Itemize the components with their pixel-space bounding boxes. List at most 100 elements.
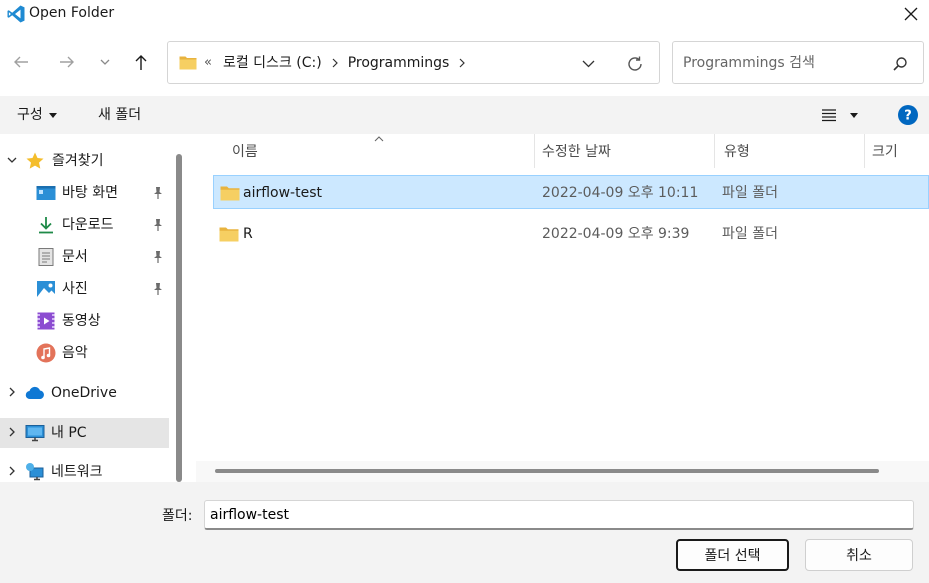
column-header-type[interactable]: 유형 [715, 134, 865, 168]
close-icon [904, 7, 918, 21]
cancel-button[interactable]: 취소 [805, 539, 913, 571]
refresh-button[interactable] [624, 53, 646, 75]
chevron-right-icon[interactable] [331, 58, 339, 68]
sidebar-item-label: OneDrive [51, 385, 117, 401]
document-icon [38, 248, 54, 266]
window-title: Open Folder [29, 5, 115, 21]
chevron-right-icon[interactable] [6, 465, 18, 477]
search-input[interactable] [683, 53, 883, 73]
navigation-pane: 즐겨찾기 바탕 화면 다운로드 문서 사진 동영상 음악 OneDrive 내 … [0, 134, 190, 482]
sidebar-item-label: 즐겨찾기 [52, 153, 104, 169]
scrollbar-thumb[interactable] [215, 469, 879, 473]
back-button[interactable] [9, 50, 33, 74]
file-date: 2022-04-09 오후 9:39 [542, 226, 690, 242]
organize-label: 구성 [17, 107, 43, 123]
up-button[interactable] [129, 50, 153, 74]
file-type: 파일 폴더 [722, 185, 778, 201]
pin-icon[interactable] [151, 186, 165, 200]
arrow-up-icon [135, 55, 147, 70]
recent-locations-button[interactable] [93, 50, 117, 74]
arrow-right-icon [60, 56, 74, 68]
pictures-icon [37, 281, 55, 297]
file-date: 2022-04-09 오후 10:11 [542, 185, 699, 201]
title-bar: Open Folder [0, 0, 929, 28]
refresh-icon [628, 56, 642, 71]
table-row[interactable]: airflow-test 2022-04-09 오후 10:11 파일 폴더 [213, 175, 929, 209]
address-dropdown-button[interactable] [578, 54, 598, 74]
pin-icon[interactable] [151, 282, 165, 296]
column-header-date[interactable]: 수정한 날짜 [535, 134, 715, 168]
sidebar-item-label: 동영상 [62, 313, 101, 329]
sidebar-item-label: 네트워크 [51, 464, 103, 480]
scrollbar-thumb[interactable] [176, 154, 182, 482]
column-header-label: 유형 [724, 144, 750, 160]
svg-text:?: ? [904, 109, 912, 124]
organize-button[interactable]: 구성 [17, 106, 57, 124]
sidebar-item-onedrive[interactable]: OneDrive [0, 378, 169, 408]
forward-button[interactable] [55, 50, 79, 74]
chevron-right-icon[interactable] [458, 58, 466, 68]
chevron-down-icon [100, 59, 110, 65]
address-bar[interactable]: « 로컬 디스크 (C:) Programmings [167, 41, 660, 84]
view-options-button[interactable] [821, 104, 865, 126]
breadcrumb: « 로컬 디스크 (C:) Programmings [204, 54, 466, 72]
star-icon [26, 152, 44, 169]
chevron-down-icon [582, 60, 594, 68]
sidebar-item-desktop[interactable]: 바탕 화면 [0, 178, 169, 208]
folder-field-label: 폴더: [162, 508, 193, 524]
chevron-right-icon[interactable] [6, 426, 18, 438]
sidebar-item-this-pc[interactable]: 내 PC [0, 418, 169, 448]
caret-down-icon [850, 112, 858, 118]
chevron-down-icon[interactable] [6, 154, 18, 166]
new-folder-button[interactable]: 새 폴더 [98, 106, 141, 124]
column-header-label: 크기 [872, 144, 898, 160]
chevron-right-icon[interactable] [6, 386, 18, 398]
file-name: R [243, 226, 253, 242]
sidebar-item-quick-access[interactable]: 즐겨찾기 [0, 146, 169, 176]
pin-icon[interactable] [151, 218, 165, 232]
help-icon[interactable]: ? [898, 105, 918, 125]
navigation-scrollbar[interactable] [174, 154, 182, 482]
vscode-icon [7, 5, 25, 23]
dialog-footer: 폴더: 폴더 선택 취소 [0, 482, 929, 583]
pin-icon[interactable] [151, 250, 165, 264]
horizontal-scrollbar[interactable] [196, 461, 929, 482]
new-folder-label: 새 폴더 [98, 107, 142, 123]
folder-icon [219, 227, 239, 242]
list-view-icon [822, 109, 836, 122]
search-box [672, 41, 924, 84]
sidebar-item-network[interactable]: 네트워크 [0, 457, 169, 482]
breadcrumb-local-disk[interactable]: 로컬 디스크 (C:) [223, 54, 322, 72]
column-header-label: 수정한 날짜 [542, 144, 611, 160]
column-header-label: 이름 [232, 144, 258, 160]
sidebar-item-label: 내 PC [51, 425, 87, 441]
navigation-bar: « 로컬 디스크 (C:) Programmings [0, 28, 929, 96]
sidebar-item-documents[interactable]: 문서 [0, 242, 169, 272]
desktop-icon [36, 186, 56, 200]
close-button[interactable] [893, 0, 929, 28]
search-icon[interactable] [891, 55, 909, 73]
network-icon [26, 463, 44, 481]
file-type: 파일 폴더 [722, 226, 778, 242]
sidebar-item-downloads[interactable]: 다운로드 [0, 210, 169, 240]
sidebar-item-label: 다운로드 [62, 217, 114, 233]
table-row[interactable]: R 2022-04-09 오후 9:39 파일 폴더 [213, 217, 929, 251]
caret-down-icon [48, 112, 57, 118]
breadcrumb-overflow[interactable]: « [204, 54, 212, 72]
column-header-size[interactable]: 크기 [865, 134, 929, 168]
cloud-icon [25, 386, 44, 400]
command-bar: 구성 새 폴더 [0, 96, 929, 134]
sidebar-item-label: 바탕 화면 [62, 185, 118, 201]
select-folder-button[interactable]: 폴더 선택 [676, 539, 789, 571]
sidebar-item-music[interactable]: 음악 [0, 338, 169, 368]
sidebar-item-videos[interactable]: 동영상 [0, 306, 169, 336]
videos-icon [37, 312, 55, 330]
sidebar-item-pictures[interactable]: 사진 [0, 274, 169, 304]
sidebar-item-label: 음악 [62, 345, 88, 361]
sort-ascending-icon [374, 136, 384, 142]
breadcrumb-programmings[interactable]: Programmings [348, 54, 450, 72]
folder-name-input[interactable] [204, 500, 914, 530]
computer-icon [25, 425, 45, 442]
music-icon [36, 343, 56, 363]
sidebar-item-label: 사진 [62, 281, 88, 297]
